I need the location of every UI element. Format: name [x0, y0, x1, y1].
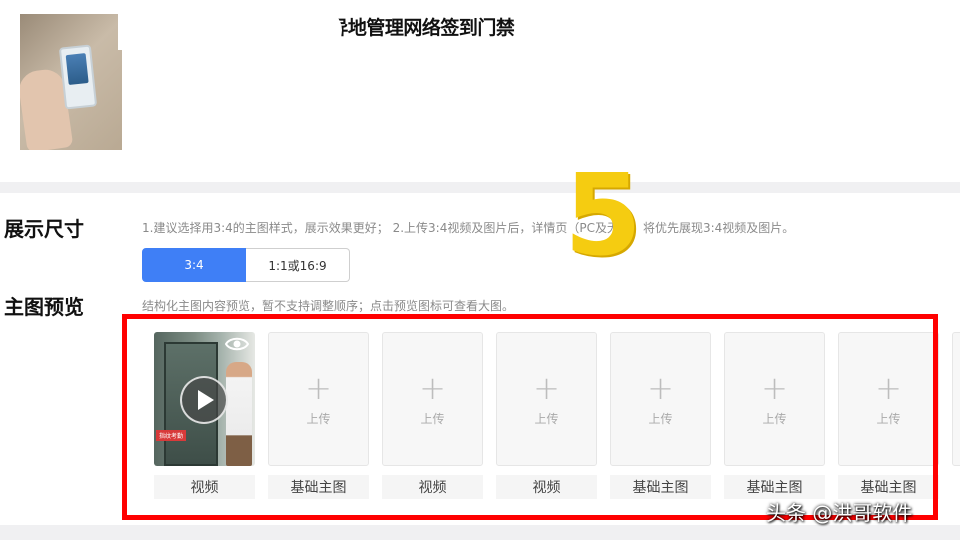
- highlight-frame: [122, 314, 938, 520]
- size-option-3-4[interactable]: 3:4: [142, 248, 246, 282]
- title-mask: [118, 10, 342, 50]
- main-image-preview-label: 主图预览: [4, 295, 84, 319]
- preview-item-upload-partial[interactable]: [952, 332, 960, 466]
- size-toggle: 3:4 1:1或16:9: [142, 248, 350, 282]
- main-image-preview-hint: 结构化主图内容预览，暂不支持调整顺序；点击预览图标可查看大图。: [142, 299, 515, 313]
- size-option-1-1-16-9[interactable]: 1:1或16:9: [246, 248, 350, 282]
- product-image[interactable]: [20, 14, 122, 150]
- display-size-label: 展示尺寸: [4, 217, 84, 241]
- display-size-hint: 1.建议选择用3:4的主图样式，展示效果更好； 2.上传3:4视频及图片后，详情…: [142, 221, 795, 235]
- product-header: 考勤指纹u盘无线wifi异地管理网络签到门禁: [0, 0, 960, 182]
- step-number-overlay: 5: [564, 151, 642, 281]
- device-graphic: [58, 44, 98, 110]
- watermark: 头条 @洪哥软件: [766, 501, 913, 525]
- upload-slot[interactable]: [952, 332, 960, 466]
